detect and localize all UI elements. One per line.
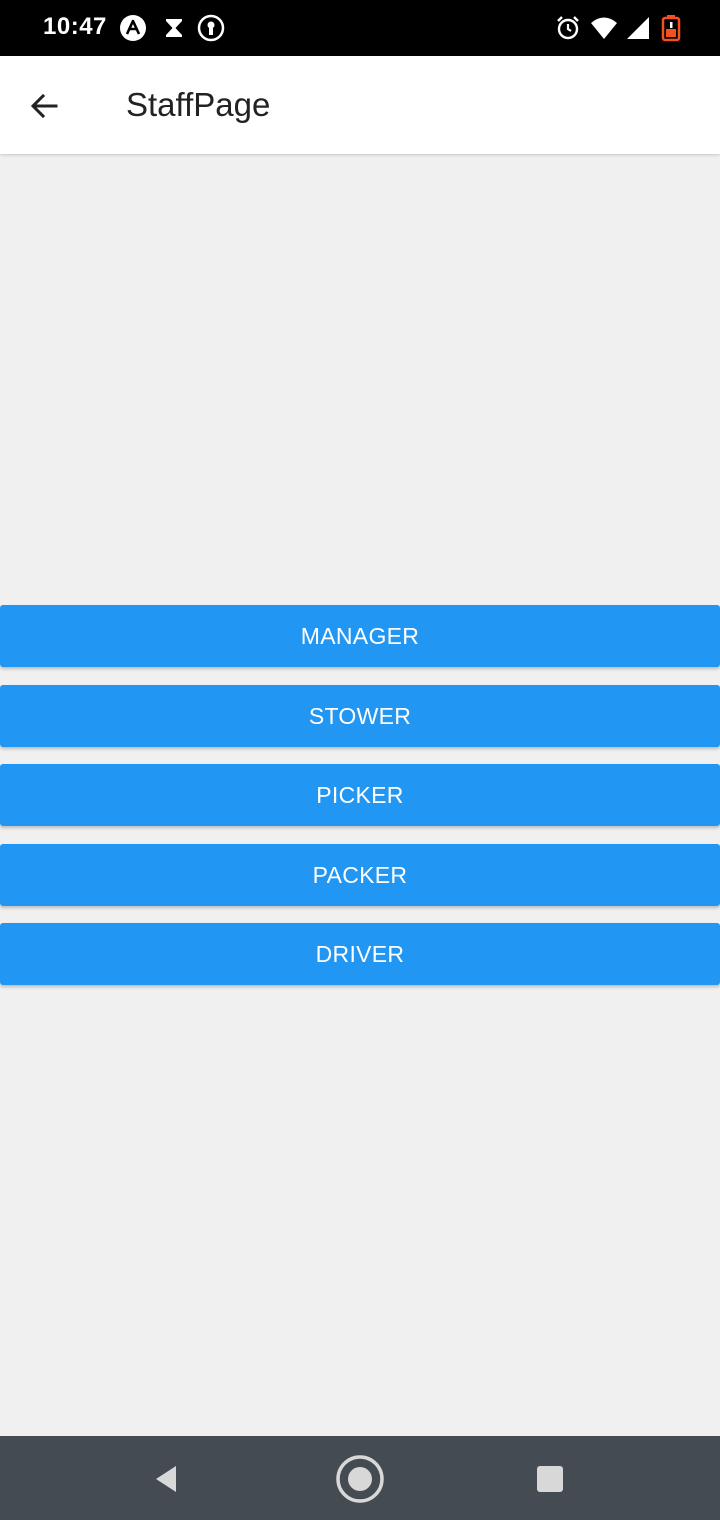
app-a-icon <box>119 14 147 42</box>
signal-icon <box>624 14 652 42</box>
page-title: StaffPage <box>126 86 271 123</box>
picker-button[interactable]: PICKER <box>0 764 720 826</box>
recents-square-icon <box>537 1466 563 1492</box>
app-bar: StaffPage <box>0 56 720 154</box>
nav-recents-button[interactable] <box>525 1454 575 1504</box>
battery-low-icon <box>660 14 688 42</box>
wifi-icon <box>590 14 618 42</box>
arrow-back-icon <box>30 93 58 119</box>
manager-button[interactable]: MANAGER <box>0 605 720 667</box>
driver-button[interactable]: DRIVER <box>0 923 720 985</box>
back-triangle-icon <box>156 1466 176 1492</box>
stower-button[interactable]: STOWER <box>0 685 720 747</box>
home-circle-icon <box>336 1455 384 1503</box>
back-button[interactable] <box>20 82 68 130</box>
alarm-icon <box>554 14 582 42</box>
nav-home-button[interactable] <box>335 1454 385 1504</box>
status-bar: 10:47 <box>0 0 720 56</box>
system-nav-bar <box>0 1436 720 1520</box>
keyhole-icon <box>197 14 225 42</box>
hourglass-icon <box>160 14 188 42</box>
status-time: 10:47 <box>43 13 107 40</box>
nav-back-button[interactable] <box>142 1454 192 1504</box>
packer-button[interactable]: PACKER <box>0 844 720 906</box>
